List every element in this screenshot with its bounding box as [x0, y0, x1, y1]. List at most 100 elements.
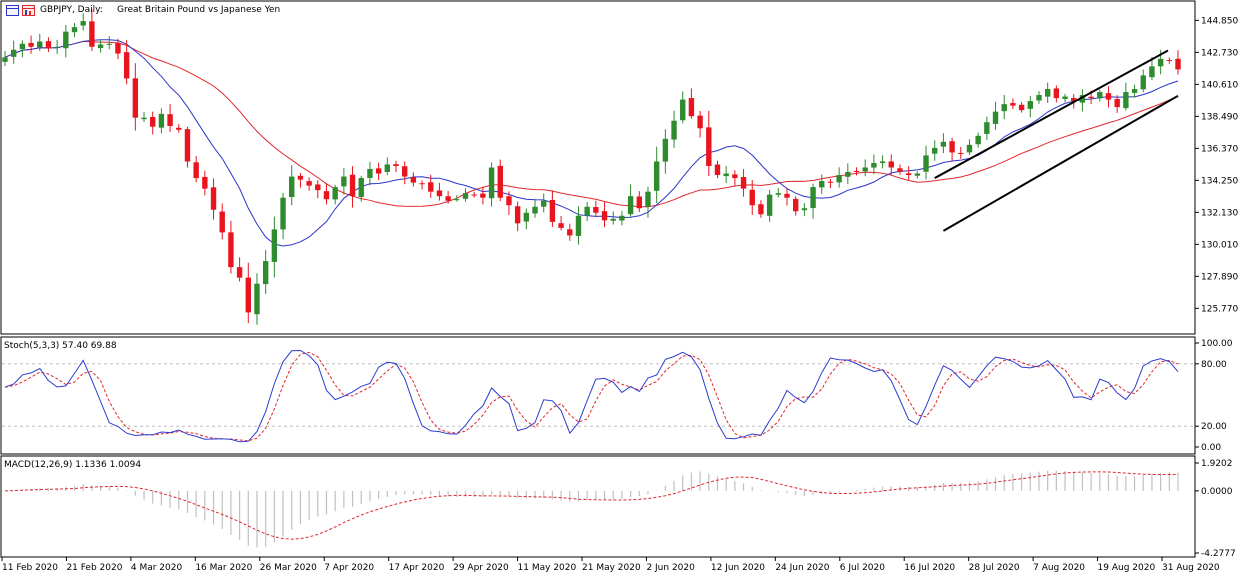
candle-body	[97, 44, 104, 49]
candle-body	[393, 164, 399, 166]
symbol-description: Great Britain Pound vs Japanese Yen	[117, 5, 281, 15]
candle-body	[37, 41, 43, 48]
macd-tick-label: 1.9202	[1201, 459, 1233, 469]
candle-body	[1149, 66, 1155, 78]
date-tick-label: 19 Aug 2020	[1098, 563, 1156, 573]
candle-body	[141, 117, 147, 120]
candle-body	[645, 191, 651, 207]
candle-body	[19, 43, 26, 50]
candle-body	[1088, 96, 1094, 99]
candle-body	[471, 194, 477, 196]
candle-body	[1044, 89, 1051, 97]
candle-body	[315, 184, 321, 191]
candle-body	[1062, 96, 1068, 99]
candle-body	[210, 187, 217, 210]
date-tick-label: 31 Aug 2020	[1162, 563, 1220, 573]
price-tick-label: 144.850	[1201, 16, 1238, 26]
candle-body	[1036, 95, 1042, 101]
candle-body	[549, 199, 556, 222]
candle-body	[306, 181, 312, 186]
candle-body	[419, 183, 425, 185]
symbol-label: GBPJPY, Daily:	[40, 5, 103, 15]
candle-body	[940, 141, 947, 147]
chart-background	[0, 0, 1238, 577]
candle-body	[627, 196, 634, 215]
macd-tick-label: 0.0000	[1201, 487, 1233, 497]
candle-body	[688, 98, 695, 117]
candle-body	[184, 129, 191, 162]
candle-body	[158, 113, 165, 128]
candle-body	[827, 181, 834, 183]
candle	[184, 126, 191, 168]
candle-body	[792, 198, 799, 212]
candle-body	[236, 267, 243, 278]
stoch-label: Stoch(5,3,3) 57.40 69.88	[4, 341, 117, 351]
date-tick-label: 11 May 2020	[518, 563, 577, 573]
candle-body	[653, 161, 660, 191]
candle-body	[193, 162, 199, 179]
stoch-tick-label: 20.00	[1201, 422, 1227, 432]
candle-body	[367, 169, 373, 178]
candle-body	[271, 229, 278, 262]
date-tick-label: 28 Jul 2020	[969, 563, 1020, 573]
candle-body	[593, 206, 599, 213]
candle-body	[1114, 99, 1120, 108]
candle-body	[289, 176, 295, 198]
candle-body	[341, 176, 347, 187]
stoch-tick-label: 80.00	[1201, 360, 1227, 370]
date-tick-label: 21 May 2020	[582, 563, 641, 573]
candle-body	[123, 52, 130, 79]
candle-body	[1131, 89, 1138, 93]
candle-body	[671, 120, 677, 140]
candle-body	[932, 147, 938, 154]
candle-body	[610, 218, 616, 221]
candle-body	[2, 57, 8, 62]
candle-body	[445, 196, 451, 201]
candle-body	[740, 177, 747, 189]
candle-body	[958, 152, 964, 154]
macd-tick-label: -4.2777	[1201, 549, 1236, 559]
candle-body	[401, 166, 408, 177]
candle-body	[410, 177, 417, 183]
candle-body	[723, 173, 729, 177]
stoch-tick-label: 100.00	[1201, 339, 1233, 349]
candle-body	[28, 42, 34, 47]
candle-body	[219, 211, 225, 233]
price-tick-label: 134.250	[1201, 176, 1238, 186]
candle-body	[45, 41, 52, 49]
candle-body	[176, 127, 182, 130]
candle-body	[297, 175, 304, 180]
chart-window-icon	[6, 5, 35, 16]
macd-label: MACD(12,26,9) 1.1336 1.0094	[4, 460, 142, 470]
candle-body	[1157, 58, 1164, 67]
candle-body	[1010, 103, 1016, 106]
candle-body	[862, 167, 868, 172]
candle-body	[532, 206, 538, 214]
candle-body	[914, 173, 921, 176]
chart-window-icons[interactable]	[6, 5, 36, 19]
candle-body	[680, 99, 686, 121]
candle-body	[845, 172, 851, 177]
price-tick-label: 125.770	[1201, 304, 1238, 314]
stoch-tick-label: 0.00	[1201, 443, 1221, 453]
candle-body	[836, 175, 842, 183]
candle-body	[63, 31, 69, 49]
candle-body	[10, 49, 17, 57]
candle-body	[480, 193, 486, 198]
candle-body	[436, 190, 443, 197]
chart-root: 144.850 142.730 140.610 138.490 136.370 134.2…	[0, 0, 1238, 577]
candle-body	[323, 191, 330, 200]
candle-body	[454, 199, 460, 201]
date-tick-label: 7 Apr 2020	[324, 563, 374, 573]
price-tick-label: 140.610	[1201, 80, 1238, 90]
candle-body	[706, 127, 712, 166]
candle-body	[636, 196, 642, 209]
candle-body	[871, 162, 877, 168]
candle-body	[1140, 75, 1146, 90]
price-tick-label: 132.130	[1201, 208, 1238, 218]
date-tick-label: 21 Feb 2020	[66, 563, 122, 573]
date-tick-label: 26 Mar 2020	[260, 563, 317, 573]
candle-body	[428, 182, 434, 192]
date-tick-label: 12 Jun 2020	[711, 563, 765, 573]
candle-body	[584, 206, 590, 216]
